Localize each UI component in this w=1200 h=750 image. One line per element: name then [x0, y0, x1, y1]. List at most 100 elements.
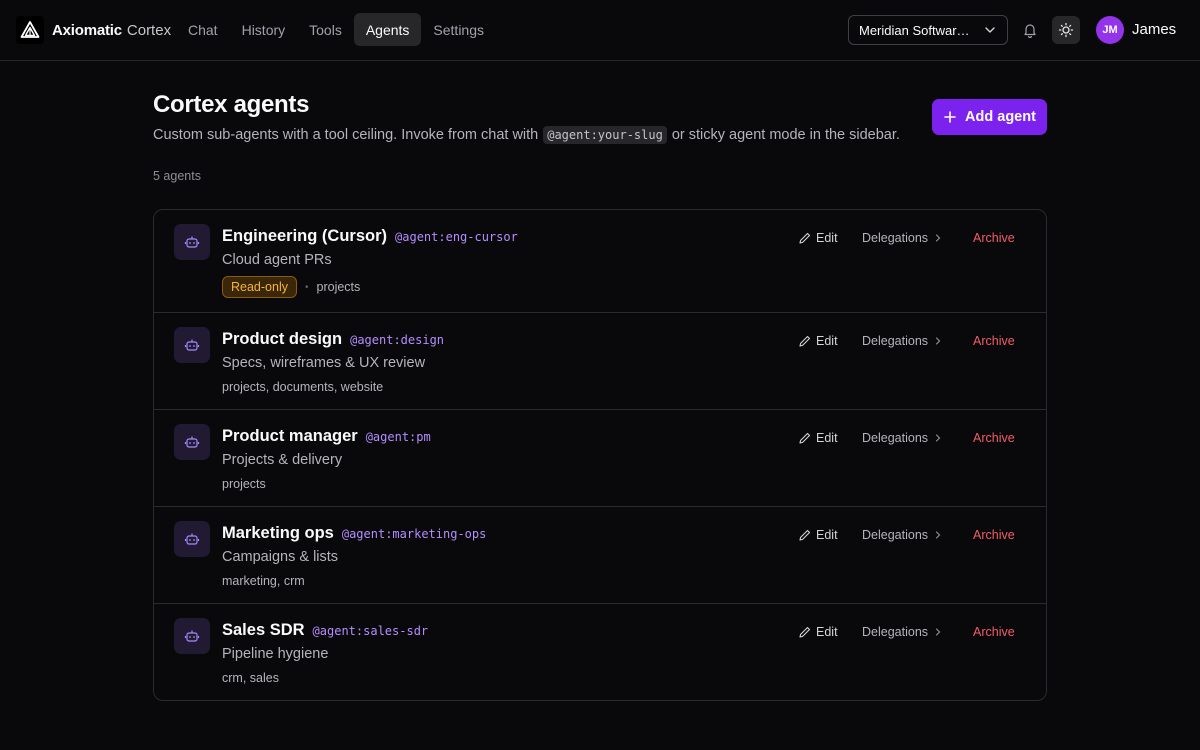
robot-icon — [174, 224, 210, 260]
archive-button[interactable]: Archive — [973, 625, 1015, 639]
chevron-right-icon — [935, 434, 941, 442]
delegations-button[interactable]: Delegations — [862, 625, 973, 639]
pencil-icon — [799, 432, 811, 444]
delegations-button[interactable]: Delegations — [862, 528, 973, 542]
top-bar: Axiomatic Cortex Chat History Tools Agen… — [0, 0, 1200, 61]
separator-dot: • — [304, 281, 309, 293]
edit-label: Edit — [816, 528, 838, 542]
delegations-label: Delegations — [862, 334, 929, 348]
pencil-icon — [799, 232, 811, 244]
avatar[interactable]: JM — [1096, 16, 1124, 44]
delegations-label: Delegations — [862, 625, 929, 639]
edit-label: Edit — [816, 625, 838, 639]
subtitle-text-after: or sticky agent mode in the sidebar. — [671, 127, 900, 143]
agent-tools: projects — [316, 280, 361, 294]
agent-name[interactable]: Engineering (Cursor) — [222, 227, 387, 246]
agent-title: Sales SDR @agent:sales-sdr — [222, 621, 428, 640]
edit-button[interactable]: Edit — [798, 431, 862, 445]
notifications-button[interactable] — [1016, 16, 1044, 44]
delegations-button[interactable]: Delegations — [862, 431, 973, 445]
list-item: Sales SDR @agent:sales-sdr Pipeline hygi… — [154, 604, 1046, 700]
agent-slug: @agent:eng-cursor — [395, 230, 518, 244]
edit-label: Edit — [816, 431, 838, 445]
main-nav: Chat History Tools Agents Settings — [176, 13, 496, 46]
delegations-label: Delegations — [862, 431, 929, 445]
subtitle-code-chip: @agent:your-slug — [543, 126, 667, 144]
agent-name[interactable]: Product manager — [222, 427, 358, 446]
list-item: Product manager @agent:pm Projects & del… — [154, 410, 1046, 507]
delegations-button[interactable]: Delegations — [862, 334, 973, 348]
row-actions: Edit Delegations Archive — [798, 428, 1015, 448]
list-item: Product design @agent:design Specs, wire… — [154, 313, 1046, 410]
logo-icon[interactable] — [16, 16, 44, 44]
pencil-icon — [799, 335, 811, 347]
theme-toggle-button[interactable] — [1052, 16, 1080, 44]
row-actions: Edit Delegations Archive — [798, 525, 1015, 545]
list-item: Engineering (Cursor) @agent:eng-cursor C… — [154, 210, 1046, 313]
read-only-badge: Read-only — [222, 276, 297, 298]
row-actions: Edit Delegations Archive — [798, 622, 1015, 642]
agent-name[interactable]: Product design — [222, 330, 342, 349]
agent-tools: projects — [222, 477, 266, 491]
agent-description: Campaigns & lists — [222, 549, 339, 565]
sun-icon — [1058, 22, 1074, 38]
archive-button[interactable]: Archive — [973, 431, 1015, 445]
agent-meta: Read-only • projects — [222, 276, 360, 298]
nav-chat[interactable]: Chat — [176, 13, 230, 46]
agent-tools: crm, sales — [222, 671, 279, 685]
agent-meta: projects, documents, website — [222, 380, 383, 394]
brand-name[interactable]: Axiomatic Cortex — [52, 20, 171, 40]
edit-button[interactable]: Edit — [798, 528, 862, 542]
delegations-button[interactable]: Delegations — [862, 231, 973, 245]
agent-title: Product manager @agent:pm — [222, 427, 431, 446]
pencil-icon — [799, 529, 811, 541]
agent-meta: marketing, crm — [222, 574, 305, 588]
row-actions: Edit Delegations Archive — [798, 228, 1015, 248]
nav-tools[interactable]: Tools — [297, 13, 354, 46]
robot-icon — [174, 327, 210, 363]
agent-name[interactable]: Marketing ops — [222, 524, 334, 543]
delegations-label: Delegations — [862, 528, 929, 542]
chevron-right-icon — [935, 337, 941, 345]
chevron-right-icon — [935, 234, 941, 242]
chevron-right-icon — [935, 531, 941, 539]
agent-slug: @agent:pm — [365, 430, 431, 444]
agent-title: Engineering (Cursor) @agent:eng-cursor — [222, 227, 518, 246]
agent-title: Product design @agent:design — [222, 330, 444, 349]
agent-meta: crm, sales — [222, 671, 279, 685]
nav-agents[interactable]: Agents — [353, 13, 422, 46]
archive-button[interactable]: Archive — [973, 231, 1015, 245]
archive-button[interactable]: Archive — [973, 334, 1015, 348]
add-agent-button[interactable]: Add agent — [932, 99, 1047, 135]
agent-description: Specs, wireframes & UX review — [222, 355, 426, 371]
agent-list: Engineering (Cursor) @agent:eng-cursor C… — [153, 209, 1047, 701]
agent-name[interactable]: Sales SDR — [222, 621, 305, 640]
chevron-down-icon — [985, 27, 995, 33]
edit-button[interactable]: Edit — [798, 334, 862, 348]
agent-slug: @agent:sales-sdr — [312, 624, 429, 638]
edit-label: Edit — [816, 334, 838, 348]
org-selector[interactable]: Meridian Software Inc. — [848, 15, 1008, 45]
nav-settings[interactable]: Settings — [421, 13, 496, 46]
brand-secondary: Cortex — [126, 21, 172, 39]
page-subtitle: Custom sub-agents with a tool ceiling. I… — [153, 126, 900, 144]
edit-label: Edit — [816, 231, 838, 245]
agent-tools: projects, documents, website — [222, 380, 384, 394]
plus-icon — [944, 111, 956, 123]
add-agent-label: Add agent — [965, 109, 1036, 125]
pencil-icon — [799, 626, 811, 638]
list-item: Marketing ops @agent:marketing-ops Campa… — [154, 507, 1046, 604]
user-name[interactable]: James — [1132, 21, 1176, 38]
agent-description: Projects & delivery — [222, 452, 343, 468]
brand-primary: Axiomatic — [52, 21, 122, 39]
org-selector-value: Meridian Software Inc. — [859, 22, 975, 38]
robot-icon — [174, 424, 210, 460]
agent-title: Marketing ops @agent:marketing-ops — [222, 524, 486, 543]
delegations-label: Delegations — [862, 231, 929, 245]
edit-button[interactable]: Edit — [798, 231, 862, 245]
agent-description: Cloud agent PRs — [222, 252, 332, 268]
robot-icon — [174, 521, 210, 557]
nav-history[interactable]: History — [230, 13, 298, 46]
edit-button[interactable]: Edit — [798, 625, 862, 639]
archive-button[interactable]: Archive — [973, 528, 1015, 542]
